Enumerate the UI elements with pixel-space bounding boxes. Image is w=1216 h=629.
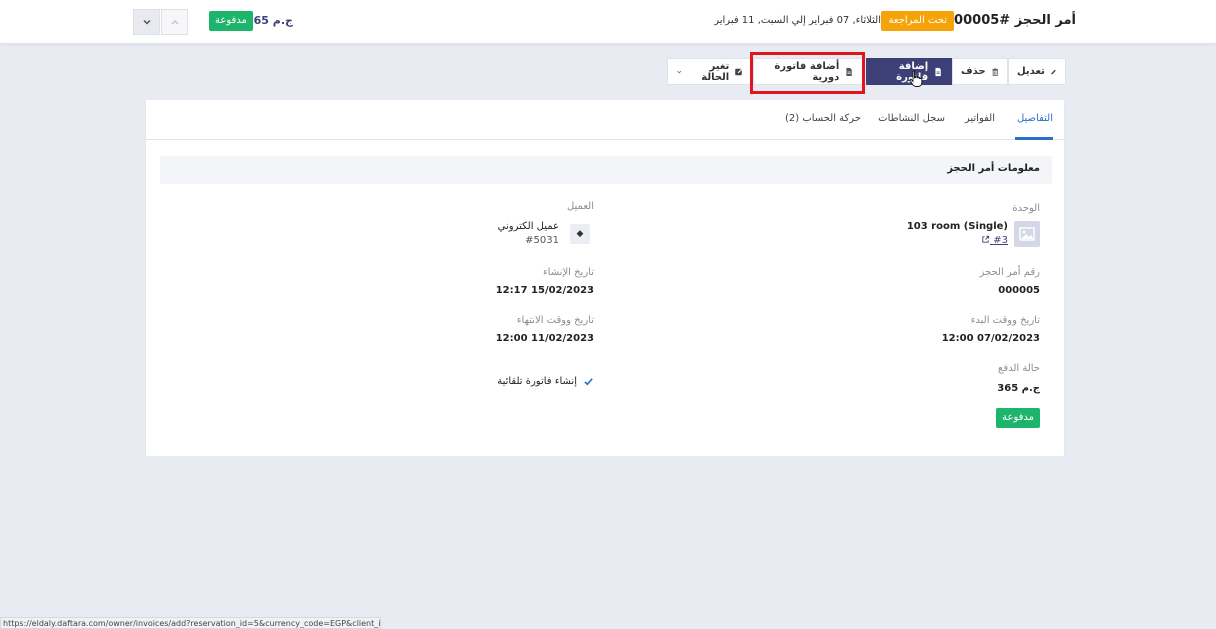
image-placeholder-icon: [1019, 227, 1035, 241]
chevron-up-icon: [170, 19, 179, 25]
edit-square-icon: [735, 67, 743, 75]
unit-value: 103 room (Single): [906, 221, 1008, 232]
edit-label: تعديل: [1017, 66, 1045, 77]
add-recurring-invoice-button[interactable]: أضافة فاتورة دورية: [753, 58, 863, 85]
order-number-label: رقم أمر الحجز: [979, 267, 1040, 278]
change-status-label: تغير الحالة: [701, 60, 730, 83]
top-bar: أمر الحجز #000005 تحت المراجعة الثلاثاء,…: [0, 0, 1216, 44]
check-icon: [584, 378, 593, 386]
created-date-value: 12:17 15/02/2023: [495, 285, 594, 296]
unit-thumbnail: [1014, 221, 1040, 247]
tab-details[interactable]: التفاصيل: [1017, 113, 1053, 124]
mouse-cursor-icon: [909, 70, 923, 87]
order-number-value: 000005: [998, 285, 1040, 296]
reservation-details-card: التفاصيل الفواتير سجل النشاطات حركة الحس…: [145, 99, 1066, 457]
auto-invoice-row: إنشاء فاتورة تلقائية: [497, 376, 594, 387]
chevron-down-icon: [142, 19, 151, 25]
status-bar-url: https://eldaly.daftara.com/owner/invoice…: [0, 617, 381, 629]
end-datetime-value: 12:00 11/02/2023: [495, 333, 594, 344]
next-record-button[interactable]: [133, 9, 160, 35]
end-datetime-label: تاريخ ووقت الانتهاء: [516, 315, 594, 326]
payment-amount: 365 ج.م: [997, 383, 1040, 394]
external-link-icon: [982, 235, 990, 243]
section-header: معلومات أمر الحجز: [160, 156, 1052, 184]
created-date-label: تاريخ الإنشاء: [542, 267, 594, 278]
unit-label: الوحدة: [1012, 203, 1040, 214]
pencil-icon: [1051, 69, 1056, 74]
unit-link[interactable]: #3: [981, 235, 1008, 246]
start-datetime-label: تاريخ ووقت البدء: [970, 315, 1040, 326]
date-range: الثلاثاء, 07 فبراير إلي السبت, 11 فبراير: [714, 15, 881, 26]
active-tab-indicator: [1015, 137, 1053, 140]
diamond-icon: ◆: [576, 229, 584, 239]
start-datetime-value: 12:00 07/02/2023: [941, 333, 1040, 344]
delete-label: حذف: [961, 66, 986, 77]
tab-account-movement[interactable]: حركة الحساب (2): [785, 113, 861, 124]
trash-icon: [992, 68, 998, 76]
header-amount: 365 ج.م: [246, 14, 293, 27]
previous-record-button[interactable]: [161, 9, 188, 35]
client-avatar: ◆: [570, 224, 590, 244]
tab-invoices[interactable]: الفواتير: [965, 113, 995, 124]
client-label: العميل: [566, 201, 594, 212]
paid-status-badge: مدفوعة: [209, 11, 253, 31]
auto-invoice-label: إنشاء فاتورة تلقائية: [497, 376, 577, 387]
client-id: #5031: [525, 235, 559, 246]
payment-status-label: حالة الدفع: [998, 363, 1040, 374]
delete-button[interactable]: حذف: [952, 58, 1008, 85]
order-title: أمر الحجز #000005: [945, 13, 1076, 28]
unit-link-text: #3: [993, 235, 1008, 246]
tab-activity-log[interactable]: سجل النشاطات: [878, 113, 945, 124]
review-status-badge: تحت المراجعة: [881, 11, 954, 31]
add-recurring-invoice-label: أضافة فاتورة دورية: [774, 60, 840, 83]
tabs-bar: التفاصيل الفواتير سجل النشاطات حركة الحس…: [146, 100, 1066, 140]
client-name[interactable]: عميل الكتروني: [498, 221, 559, 232]
chevron-down-icon: [677, 70, 682, 73]
payment-status-badge: مدفوعة: [996, 408, 1040, 428]
document-icon: [935, 67, 941, 76]
section-title: معلومات أمر الحجز: [947, 163, 1040, 174]
edit-button[interactable]: تعديل: [1008, 58, 1066, 85]
document-icon: [846, 67, 852, 76]
change-status-dropdown[interactable]: تغير الحالة: [667, 58, 753, 85]
